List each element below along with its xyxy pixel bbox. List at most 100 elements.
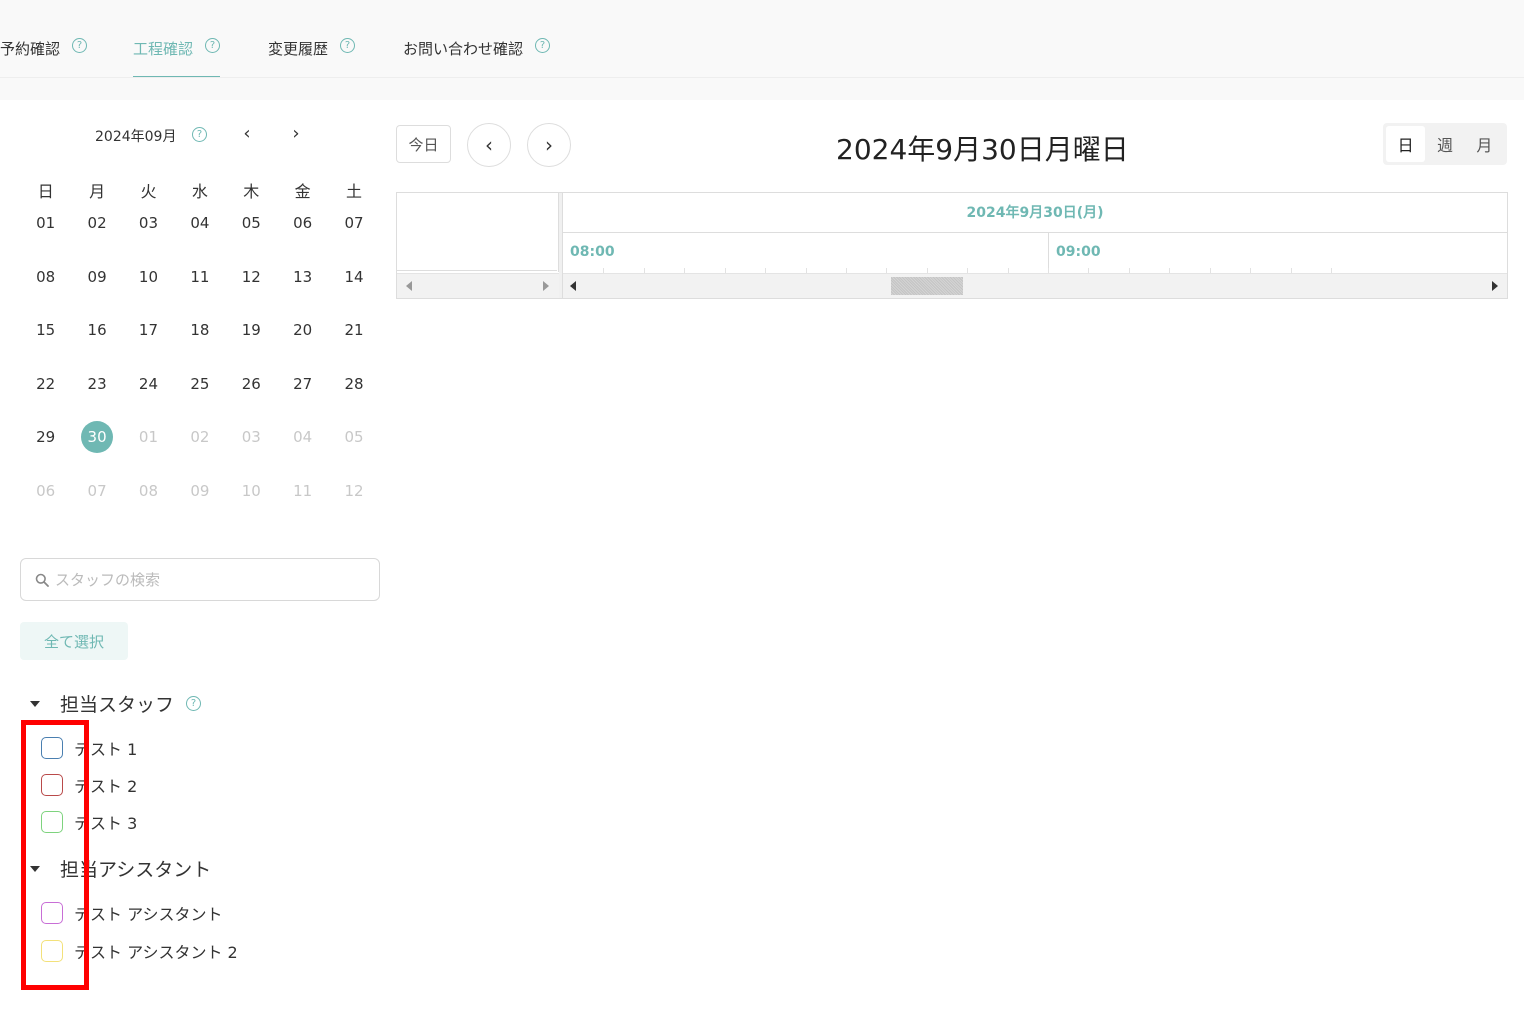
calendar-day[interactable]: 10	[226, 435, 277, 500]
help-icon[interactable]: ?	[340, 38, 356, 53]
schedule-date-title: 2024年9月30日月曜日	[836, 133, 1129, 166]
calendar-day[interactable]: 05	[226, 167, 277, 232]
scrollbar-thumb[interactable]	[891, 277, 964, 295]
calendar-day[interactable]: 03	[226, 381, 277, 446]
staff-checkbox-item[interactable]: テスト アシスタント 2	[41, 939, 238, 963]
calendar-day-number: 06	[36, 481, 56, 500]
resource-scrollbar[interactable]	[397, 273, 559, 298]
calendar-day-number: 11	[293, 481, 313, 500]
calendar-day[interactable]: 04	[277, 381, 328, 446]
color-checkbox[interactable]	[41, 940, 63, 962]
calendar-day[interactable]: 14	[328, 221, 379, 286]
help-icon[interactable]: ?	[535, 38, 551, 53]
color-checkbox[interactable]	[41, 774, 63, 796]
calendar-day[interactable]: 20	[277, 274, 328, 339]
tab-divider	[0, 77, 1524, 78]
calendar-day[interactable]: 11	[277, 435, 328, 500]
help-icon[interactable]: ?	[72, 38, 88, 53]
group-title: 担当スタッフ	[60, 694, 175, 716]
calendar-day[interactable]: 05	[328, 381, 379, 446]
mini-calendar: 日 月 火 水 木 金 土 01 02 03 04 05 06 07 08 09 10 11 12 13…	[20, 178, 380, 500]
calendar-day[interactable]: 12	[226, 221, 277, 286]
help-icon[interactable]: ?	[205, 38, 221, 53]
calendar-week-row: 08 09 10 11 12 13 14	[20, 221, 380, 286]
prev-day-button[interactable]: ‹	[467, 123, 511, 167]
calendar-day[interactable]: 24	[123, 328, 174, 393]
calendar-day[interactable]: 30	[71, 381, 122, 453]
calendar-day[interactable]: 19	[226, 274, 277, 339]
calendar-day[interactable]: 15	[20, 274, 71, 339]
calendar-day[interactable]: 28	[328, 328, 379, 393]
calendar-day[interactable]: 18	[174, 274, 225, 339]
caret-down-icon	[30, 865, 40, 872]
calendar-day[interactable]: 09	[174, 435, 225, 500]
calendar-day[interactable]: 02	[71, 167, 122, 232]
calendar-day[interactable]: 01	[123, 381, 174, 446]
tab-reservation[interactable]: 予約確認 ?	[0, 38, 88, 78]
calendar-day[interactable]: 11	[174, 221, 225, 286]
color-checkbox[interactable]	[41, 811, 63, 833]
staff-checkbox-item[interactable]: テスト 3	[41, 810, 137, 834]
calendar-day[interactable]: 06	[277, 167, 328, 232]
calendar-day[interactable]: 29	[20, 381, 71, 446]
prev-month-button[interactable]: ‹	[237, 124, 257, 146]
calendar-day[interactable]: 22	[20, 328, 71, 393]
calendar-day[interactable]: 09	[71, 221, 122, 286]
tab-process[interactable]: 工程確認 ?	[133, 38, 221, 78]
color-checkbox[interactable]	[41, 737, 63, 759]
scroll-right-arrow-icon[interactable]	[1492, 281, 1498, 291]
calendar-day[interactable]: 21	[328, 274, 379, 339]
calendar-day[interactable]: 04	[174, 167, 225, 232]
calendar-days: 01 02 03 04 05 06 07 08 09 10 11 12 13 14 15 16 17 18 19 20…	[20, 167, 380, 500]
color-checkbox[interactable]	[41, 902, 63, 924]
staff-group-header[interactable]: 担当スタッフ ?	[30, 690, 202, 717]
group-title: 担当アシスタント	[60, 859, 212, 881]
calendar-day[interactable]: 12	[328, 435, 379, 500]
calendar-day[interactable]: 03	[123, 167, 174, 232]
next-month-button[interactable]: ›	[286, 124, 306, 146]
help-icon[interactable]: ?	[186, 696, 202, 711]
calendar-day[interactable]: 01	[20, 167, 71, 232]
staff-search-box[interactable]	[20, 558, 380, 601]
today-button[interactable]: 今日	[396, 125, 451, 163]
select-all-button[interactable]: 全て選択	[20, 622, 128, 660]
timeline-scrollbar[interactable]	[563, 273, 1507, 298]
calendar-day[interactable]: 26	[226, 328, 277, 393]
staff-checkbox-item[interactable]: テスト 1	[41, 736, 137, 760]
next-day-button[interactable]: ›	[527, 123, 571, 167]
scroll-right-arrow-icon[interactable]	[543, 281, 549, 291]
calendar-day[interactable]: 10	[123, 221, 174, 286]
calendar-day[interactable]: 27	[277, 328, 328, 393]
tab-inquiry[interactable]: お問い合わせ確認 ?	[403, 38, 551, 78]
calendar-day-number: 09	[190, 481, 210, 500]
calendar-day[interactable]: 13	[277, 221, 328, 286]
calendar-day[interactable]: 06	[20, 435, 71, 500]
staff-checkbox-item[interactable]: テスト 2	[41, 773, 137, 797]
calendar-day[interactable]: 17	[123, 274, 174, 339]
scroll-left-arrow-icon[interactable]	[570, 281, 576, 291]
calendar-day[interactable]: 08	[20, 221, 71, 286]
calendar-day[interactable]: 02	[174, 381, 225, 446]
mini-calendar-title: 2024年09月	[95, 129, 177, 145]
tab-label: お問い合わせ確認	[403, 40, 524, 58]
view-day-button[interactable]: 日	[1386, 126, 1426, 162]
assistant-group-header[interactable]: 担当アシスタント	[30, 855, 211, 882]
calendar-day[interactable]: 08	[123, 435, 174, 500]
scroll-left-arrow-icon[interactable]	[406, 281, 412, 291]
view-month-button[interactable]: 月	[1465, 126, 1504, 162]
calendar-day[interactable]: 07	[328, 167, 379, 232]
view-week-button[interactable]: 週	[1425, 126, 1464, 162]
timeline: 2024年9月30日(月) 08:00 09:00	[396, 192, 1508, 299]
calendar-day[interactable]: 16	[71, 274, 122, 339]
calendar-week-row: 15 16 17 18 19 20 21	[20, 274, 380, 339]
calendar-day[interactable]: 23	[71, 328, 122, 393]
staff-search-input[interactable]	[55, 570, 355, 589]
staff-name-label: テスト アシスタント	[74, 905, 223, 924]
calendar-day[interactable]: 25	[174, 328, 225, 393]
calendar-day[interactable]: 07	[71, 435, 122, 500]
help-icon[interactable]: ?	[192, 127, 207, 142]
tab-history[interactable]: 変更履歴 ?	[268, 38, 356, 78]
staff-checkbox-item[interactable]: テスト アシスタント	[41, 901, 222, 925]
calendar-week-row: 29 30 01 02 03 04 05	[20, 381, 380, 453]
calendar-week-row: 06 07 08 09 10 11 12	[20, 435, 380, 500]
